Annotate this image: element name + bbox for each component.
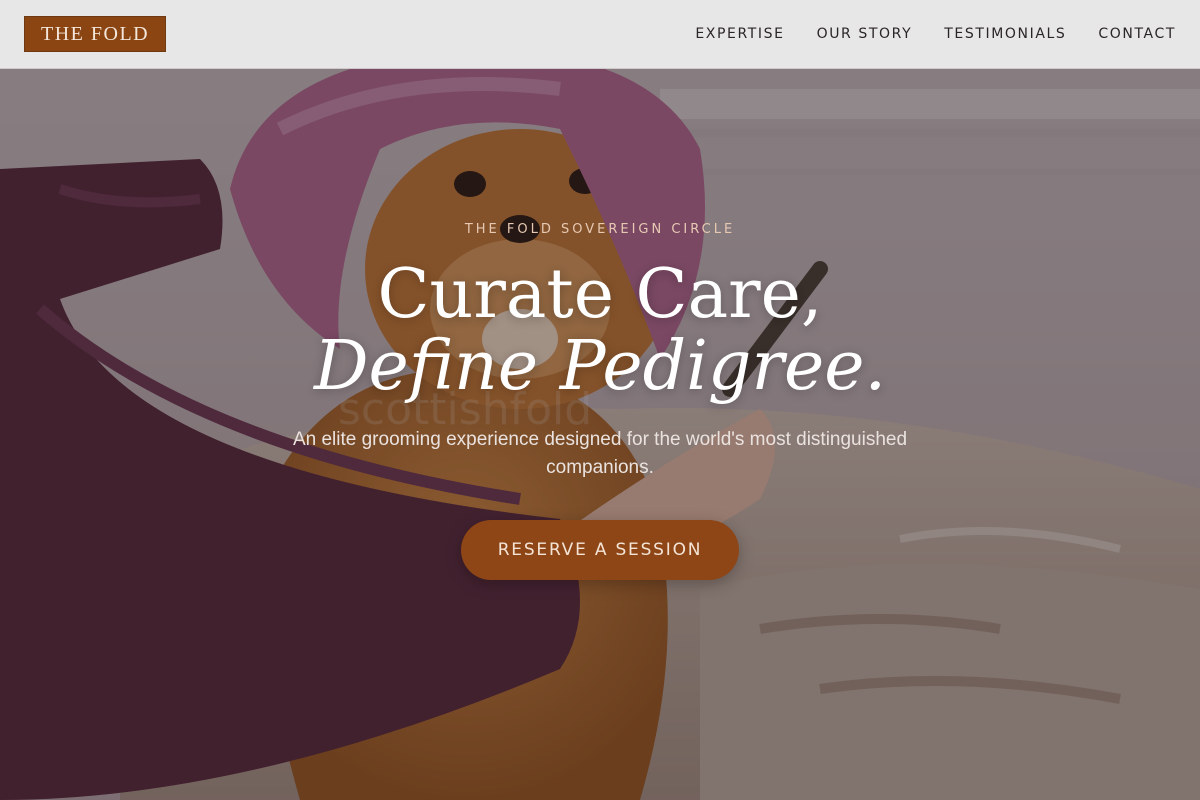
headline-line-1: Curate Care,	[377, 255, 823, 334]
logo[interactable]: THE FOLD	[24, 16, 167, 52]
headline-line-2: Define Pedigree.	[313, 327, 887, 406]
nav-contact[interactable]: CONTACT	[1098, 26, 1176, 42]
nav-our-story[interactable]: OUR STORY	[817, 26, 913, 42]
nav-testimonials[interactable]: TESTIMONIALS	[944, 26, 1066, 42]
reserve-session-button[interactable]: RESERVE A SESSION	[461, 520, 739, 580]
hero-content: THE FOLD SOVEREIGN CIRCLE Curate Care, D…	[0, 69, 1200, 800]
hero-subtext: An elite grooming experience designed fo…	[292, 429, 908, 478]
nav-expertise[interactable]: EXPERTISE	[695, 26, 784, 42]
hero-eyebrow: THE FOLD SOVEREIGN CIRCLE	[464, 222, 736, 237]
site-header: THE FOLD EXPERTISE OUR STORY TESTIMONIAL…	[0, 0, 1200, 69]
hero-section: scottishfold THE FOLD SOVEREIGN CIRCLE C…	[0, 69, 1200, 800]
hero-headline: Curate Care, Define Pedigree.	[0, 259, 1200, 403]
main-nav: EXPERTISE OUR STORY TESTIMONIALS CONTACT	[695, 26, 1176, 42]
